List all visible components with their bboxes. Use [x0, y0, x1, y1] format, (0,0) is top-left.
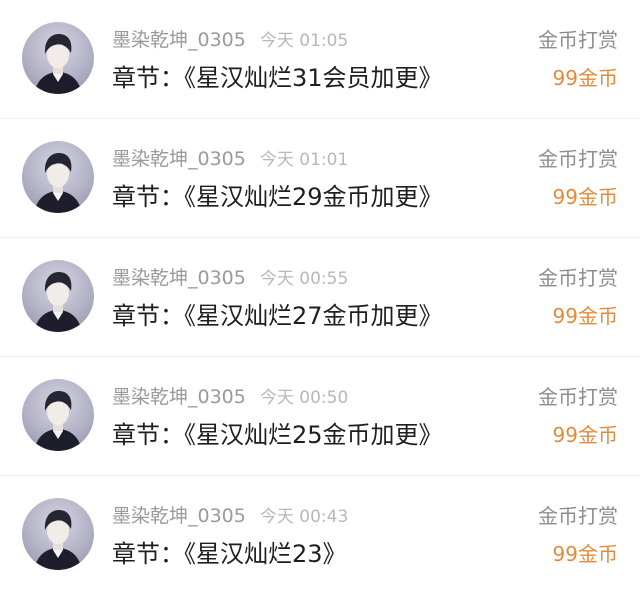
avatar-portrait-icon	[34, 272, 82, 332]
avatar[interactable]	[22, 141, 94, 213]
chapter-line: 章节：《星汉灿烂23》	[112, 539, 347, 569]
entry-meta: 墨染乾坤_0305 今天 00:43	[112, 504, 348, 529]
reward-type: 金币打赏	[538, 28, 618, 52]
reward-amount: 99金币	[552, 66, 618, 90]
avatar-portrait-icon	[34, 510, 82, 570]
avatar-portrait-icon	[34, 34, 82, 94]
timestamp: 今天 00:55	[259, 269, 349, 289]
list-item[interactable]: 墨染乾坤_0305 今天 00:55 章节：《星汉灿烂27金币加更》 金币打赏 9…	[0, 238, 640, 357]
avatar[interactable]	[22, 498, 94, 570]
timestamp: 今天 00:43	[259, 507, 349, 527]
chapter-line: 章节：《星汉灿烂25金币加更》	[112, 420, 443, 450]
list-item[interactable]: 墨染乾坤_0305 今天 00:50 章节：《星汉灿烂25金币加更》 金币打赏 9…	[0, 357, 640, 476]
timestamp: 今天 01:01	[259, 150, 349, 170]
reward-type: 金币打赏	[538, 504, 618, 528]
list-item[interactable]: 墨染乾坤_0305 今天 01:05 章节：《星汉灿烂31会员加更》 金币打赏 9…	[0, 0, 640, 119]
reward-type: 金币打赏	[538, 266, 618, 290]
username[interactable]: 墨染乾坤_0305	[112, 386, 246, 408]
chapter-label: 章节：	[112, 183, 184, 211]
chapter-label: 章节：	[112, 64, 184, 92]
list-item[interactable]: 墨染乾坤_0305 今天 01:01 章节：《星汉灿烂29金币加更》 金币打赏 9…	[0, 119, 640, 238]
avatar[interactable]	[22, 379, 94, 451]
chapter-title[interactable]: 《星汉灿烂23》	[184, 540, 347, 568]
chapter-line: 章节：《星汉灿烂29金币加更》	[112, 182, 443, 212]
chapter-title[interactable]: 《星汉灿烂27金币加更》	[184, 302, 443, 330]
reward-amount: 99金币	[552, 304, 618, 328]
entry-meta: 墨染乾坤_0305 今天 00:50	[112, 385, 348, 410]
username[interactable]: 墨染乾坤_0305	[112, 29, 246, 51]
entry-meta: 墨染乾坤_0305 今天 00:55	[112, 266, 348, 291]
chapter-label: 章节：	[112, 540, 184, 568]
timestamp: 今天 00:50	[259, 388, 349, 408]
reward-type: 金币打赏	[538, 147, 618, 171]
chapter-title[interactable]: 《星汉灿烂31会员加更》	[184, 64, 443, 92]
username[interactable]: 墨染乾坤_0305	[112, 148, 246, 170]
username[interactable]: 墨染乾坤_0305	[112, 505, 246, 527]
reward-amount: 99金币	[552, 542, 618, 566]
username[interactable]: 墨染乾坤_0305	[112, 267, 246, 289]
reward-amount: 99金币	[552, 423, 618, 447]
avatar-portrait-icon	[34, 391, 82, 451]
entry-meta: 墨染乾坤_0305 今天 01:05	[112, 28, 348, 53]
chapter-label: 章节：	[112, 421, 184, 449]
chapter-title[interactable]: 《星汉灿烂25金币加更》	[184, 421, 443, 449]
avatar[interactable]	[22, 260, 94, 332]
chapter-label: 章节：	[112, 302, 184, 330]
avatar[interactable]	[22, 22, 94, 94]
chapter-title[interactable]: 《星汉灿烂29金币加更》	[184, 183, 443, 211]
reward-amount: 99金币	[552, 185, 618, 209]
avatar-portrait-icon	[34, 153, 82, 213]
reward-list: 墨染乾坤_0305 今天 01:05 章节：《星汉灿烂31会员加更》 金币打赏 9…	[0, 0, 640, 595]
chapter-line: 章节：《星汉灿烂27金币加更》	[112, 301, 443, 331]
timestamp: 今天 01:05	[259, 31, 349, 51]
chapter-line: 章节：《星汉灿烂31会员加更》	[112, 63, 443, 93]
entry-meta: 墨染乾坤_0305 今天 01:01	[112, 147, 348, 172]
list-item[interactable]: 墨染乾坤_0305 今天 00:43 章节：《星汉灿烂23》 金币打赏 99金币	[0, 476, 640, 595]
reward-type: 金币打赏	[538, 385, 618, 409]
